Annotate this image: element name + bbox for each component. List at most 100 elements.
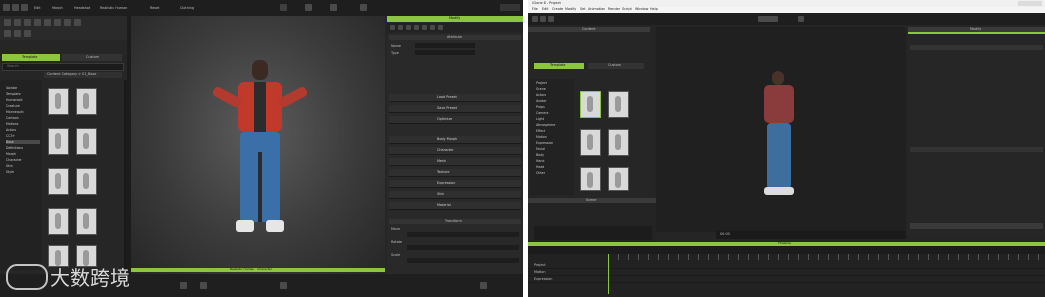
modify-button[interactable]: Load Preset [389,94,521,102]
tree-item[interactable]: Project [536,81,547,85]
tree-item[interactable]: Head [536,165,544,169]
new-icon[interactable] [532,16,538,22]
grid-icon[interactable] [330,4,337,11]
pose-icon[interactable] [4,30,11,37]
thumbnail-item[interactable] [76,208,97,235]
modify-tab-icon[interactable] [430,25,435,30]
tree-item[interactable]: Facial [536,147,545,151]
type-field[interactable] [415,50,475,55]
tree-item[interactable]: Avatar [536,99,546,103]
modify-button[interactable]: Skin [389,191,521,199]
right-tab-custom[interactable]: Custom [588,63,644,69]
modify-tab-icon[interactable] [406,25,411,30]
modify-tab-icon[interactable] [390,25,395,30]
tree-item[interactable]: Camera [536,111,549,115]
modify-button[interactable]: Character [389,147,521,155]
thumbnail-item[interactable] [48,88,69,115]
thumbnail-item[interactable] [76,168,97,195]
tree-item[interactable]: Morph [6,152,16,156]
tree-item[interactable]: Body [536,153,544,157]
scene-list[interactable] [534,226,652,240]
menu-item[interactable]: Edit [542,7,549,11]
skin-icon[interactable] [44,19,51,26]
right-modify-section[interactable] [910,147,1043,152]
scene-icon[interactable] [74,19,81,26]
tree-item[interactable]: Props [536,105,545,109]
avatar-icon[interactable] [14,19,21,26]
rotate-icon[interactable] [21,4,28,11]
tab-custom[interactable]: Custom [62,54,122,61]
menu-item[interactable]: Render [608,7,620,11]
home-icon[interactable] [480,282,487,289]
tree-item[interactable]: Cartoon [6,116,19,120]
modify-tab-icon[interactable] [422,25,427,30]
menu-item[interactable]: File [532,7,538,11]
right-tab-template[interactable]: Template [534,63,584,69]
motion-thumbnail[interactable] [608,91,629,118]
cloth-icon[interactable] [24,19,31,26]
modify-tab-icon[interactable] [438,25,443,30]
name-field[interactable] [415,43,475,48]
menu-item[interactable]: Help [650,7,658,11]
camera-icon[interactable] [798,16,804,22]
right-window-controls[interactable] [1018,1,1042,6]
tree-item[interactable]: Template [6,92,21,96]
modify-button[interactable]: Material [389,202,521,210]
avatar-character[interactable] [211,60,309,260]
timeline-track[interactable]: Project [528,262,1045,269]
toolbar-morph[interactable]: Morph [52,6,63,10]
motion-thumbnail[interactable] [580,129,601,156]
folder-icon[interactable] [4,19,11,26]
prop-icon[interactable] [24,30,31,37]
window-controls[interactable] [500,4,520,11]
tree-item[interactable]: Mannequin [6,110,24,114]
timeline-playhead[interactable] [608,254,609,294]
save-icon[interactable] [548,16,554,22]
toolbar-reset[interactable]: Reset [150,6,159,10]
play-icon[interactable] [180,282,187,289]
menu-item[interactable]: Window [635,7,648,11]
motion-thumbnail[interactable] [580,91,601,118]
modify-tab-icon[interactable] [398,25,403,30]
camera-icon[interactable] [305,4,312,11]
menu-item[interactable]: Create [552,7,563,11]
tree-item[interactable]: Style [6,170,14,174]
right-modify-button[interactable] [910,223,1043,229]
tree-item[interactable]: CC3+ [6,134,15,138]
content-search-input[interactable]: Search [2,63,124,71]
modify-button[interactable]: Mesh [389,158,521,166]
timeline-track[interactable]: Expression [528,276,1045,283]
motion-thumbnail[interactable] [608,167,629,191]
stop-icon[interactable] [200,282,207,289]
tree-item[interactable]: Motion [536,135,547,139]
open-icon[interactable] [540,16,546,22]
render-icon[interactable] [280,4,287,11]
thumbnail-item[interactable] [76,88,97,115]
tree-item[interactable]: Actors [536,93,546,97]
tree-item[interactable]: Atmosphere [536,123,555,127]
tree-item[interactable]: Hand [536,159,544,163]
section-transform[interactable]: Transform [389,219,521,224]
thumbnail-item[interactable] [48,168,69,195]
toolbar-headshot[interactable]: Headshot [74,6,90,10]
viewport[interactable]: Realistic Human · Character [130,16,385,274]
modify-button[interactable]: Optimize [389,116,521,124]
tree-item[interactable]: Humanoid [6,98,22,102]
tree-item[interactable]: Motions [6,122,18,126]
tree-item[interactable]: Creature [6,104,20,108]
tree-item[interactable]: Scene [536,87,546,91]
modify-button[interactable]: Save Preset [389,105,521,113]
tree-item[interactable]: Actors [6,128,16,132]
modify-button[interactable]: Expression [389,180,521,188]
tree-item[interactable]: Effect [536,129,545,133]
tree-item[interactable]: Skin [6,164,13,168]
motion-thumbnail[interactable] [580,167,601,191]
select-icon[interactable] [3,4,10,11]
toolbar-edit[interactable]: Edit [34,6,41,10]
toolbar-clothing[interactable]: Clothing [180,6,194,10]
tree-item[interactable]: iAvatar [6,86,17,90]
loop-icon[interactable] [280,282,287,289]
tree-item-selected[interactable]: Base [6,140,40,144]
modify-button[interactable]: Body Morph [389,136,521,144]
morph-icon[interactable] [54,19,61,26]
